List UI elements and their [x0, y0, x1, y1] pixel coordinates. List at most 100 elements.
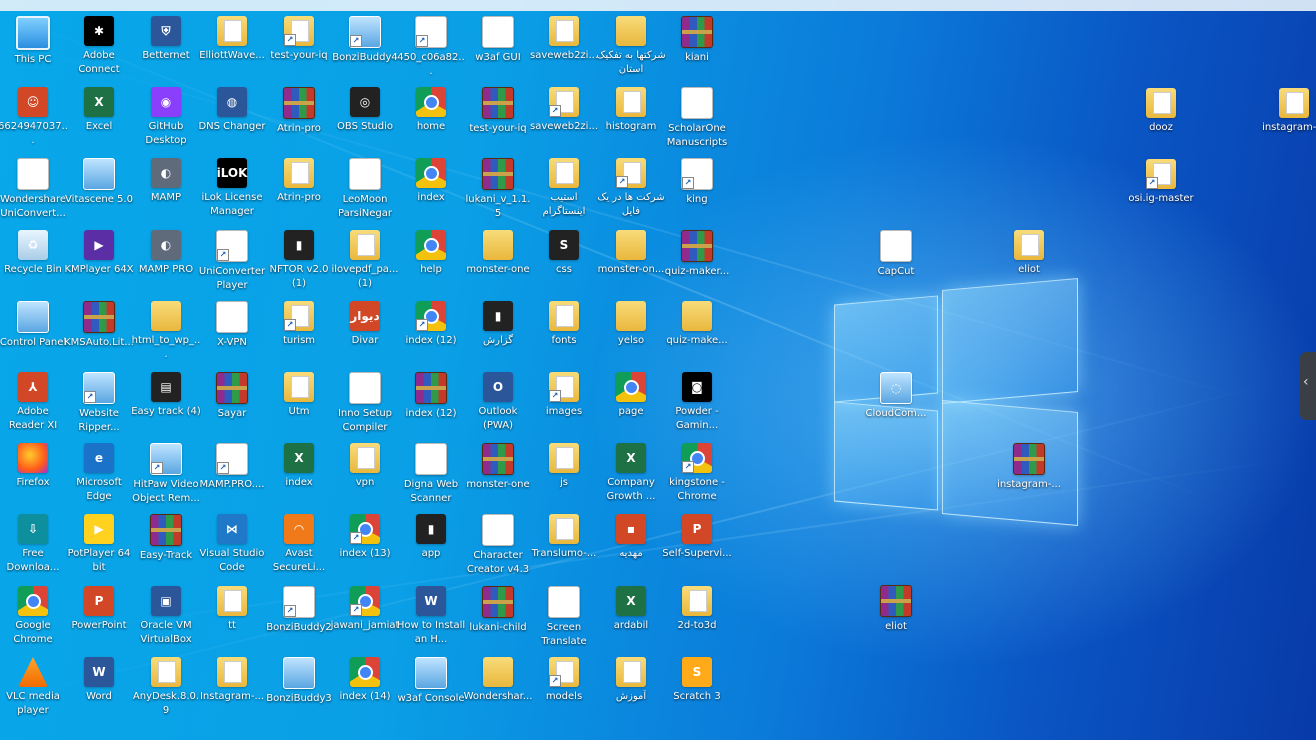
desktop-icon-x-vpn[interactable]: ✕ X-VPN — [197, 297, 267, 367]
desktop-icon-css[interactable]: Scss — [529, 226, 599, 296]
desktop-icon-word[interactable]: W Word — [64, 653, 134, 723]
desktop-icon-index[interactable]: Xindex — [264, 439, 334, 509]
desktop-icon-monster-one[interactable]: monster-one — [463, 439, 533, 509]
side-panel-handle[interactable] — [1300, 352, 1316, 420]
desktop-icon-hitpaw-video-object-rem[interactable]: ↗ HitPaw Video Object Rem... — [131, 439, 201, 509]
desktop-icon-powerpoint[interactable]: P PowerPoint — [64, 582, 134, 652]
desktop-icon-app[interactable]: ▮ app — [396, 510, 466, 580]
desktop-icon-450-c06a82[interactable]: ≡ ↗ 450_c06a82... — [396, 12, 466, 82]
desktop-wallpaper[interactable]: This PC ✱ Adobe Connect ⛨ Betternet ElliottWa… — [0, 0, 1316, 740]
desktop-icon-outlook-pwa[interactable]: O Outlook (PWA) — [463, 368, 533, 438]
desktop-icon-easy-track[interactable]: Easy-Track — [131, 510, 201, 580]
desktop-icon-firefox[interactable]: Firefox — [0, 439, 68, 509]
desktop-icon-item[interactable]: ▪ مهدیه — [596, 510, 666, 580]
desktop-icon-instagram[interactable]: Instagram-... — [197, 653, 267, 723]
desktop-icon-w3af-gui[interactable]: ◐ w3af GUI — [463, 12, 533, 82]
desktop-icon-leomoon-parsinegar[interactable]: پ LeoMoon ParsiNegar — [330, 154, 400, 224]
desktop-icon-images[interactable]: ↗ images — [529, 368, 599, 438]
desktop-icon-how-to-install-an-h[interactable]: W How to Install an H... — [396, 582, 466, 652]
desktop-icon-vpn[interactable]: vpn — [330, 439, 400, 509]
desktop-icon-control-panel[interactable]: Control Panel — [0, 297, 68, 367]
desktop-icon-vitascene-5-0[interactable]: Vitascene 5.0 — [64, 154, 134, 224]
desktop-icon-histogram[interactable]: histogram — [596, 83, 666, 153]
desktop-icon-index-14[interactable]: index (14) — [330, 653, 400, 723]
desktop-icon-index-13[interactable]: ↗ index (13) — [330, 510, 400, 580]
desktop-icon-translumo[interactable]: Translumo-... — [529, 510, 599, 580]
desktop-icon-easy-track-4[interactable]: ▤ Easy track (4) — [131, 368, 201, 438]
desktop-icon-scholarone-manuscripts[interactable]: PDF ScholarOne Manuscripts — [662, 83, 732, 153]
desktop-icon-uniconverter-player[interactable]: ↗ UniConverter Player — [197, 226, 267, 296]
desktop-icon-excel[interactable]: X Excel — [64, 83, 134, 153]
desktop-icon-kingstone-chrome[interactable]: ↗ kingstone - Chrome — [662, 439, 732, 509]
desktop-icon-powder-gamin[interactable]: ◙ Powder - Gamin... — [662, 368, 732, 438]
desktop-icon-king[interactable]: ≡ ↗ king — [662, 154, 732, 224]
desktop-icon-instagram[interactable]: instagram-... — [994, 439, 1064, 509]
desktop-icon-js[interactable]: js — [529, 439, 599, 509]
desktop-icon-character-creator-v4-3[interactable]: Character Creator v4.3 — [463, 510, 533, 580]
desktop-icon-test-your-iq[interactable]: test-your-iq — [463, 83, 533, 153]
desktop-icon-quiz-make[interactable]: quiz-make... — [662, 297, 732, 367]
desktop-icon-company-growth[interactable]: X Company Growth ... — [596, 439, 666, 509]
desktop-icon-lukani-v-1-1-5[interactable]: lukani_v_1.1.5 — [463, 154, 533, 224]
desktop-icon-wondershar[interactable]: Wondershar... — [463, 653, 533, 723]
desktop-icon-self-supervi[interactable]: P Self-Supervi... — [662, 510, 732, 580]
desktop-icon-jawani-jamiat[interactable]: ↗ jawani_jamiat — [330, 582, 400, 652]
desktop-icon-tt[interactable]: tt — [197, 582, 267, 652]
desktop-icon-nftor-v2-0-1[interactable]: ▮ NFTOR v2.0 (1) — [264, 226, 334, 296]
desktop-icon-screen-translate[interactable]: 文A Screen Translate — [529, 582, 599, 652]
desktop-icon-atrin-pro[interactable]: Atrin-pro — [264, 154, 334, 224]
desktop-icon-index-12[interactable]: index (12) — [396, 368, 466, 438]
desktop-icon-microsoft-edge[interactable]: e Microsoft Edge — [64, 439, 134, 509]
desktop-icon-scratch-3[interactable]: S Scratch 3 — [662, 653, 732, 723]
desktop-icon-quiz-maker[interactable]: quiz-maker... — [662, 226, 732, 296]
desktop-icon-yelso[interactable]: yelso — [596, 297, 666, 367]
desktop-icon-free-downloa[interactable]: ⇩ Free Downloa... — [0, 510, 68, 580]
desktop-icon-divar[interactable]: دیوار Divar — [330, 297, 400, 367]
desktop-icon-wondershare-uniconvert[interactable]: Wondershare UniConvert... — [0, 154, 68, 224]
desktop-icon-item[interactable]: ▮ گزارش — [463, 297, 533, 367]
desktop-icon-website-ripper[interactable]: ↗ Website Ripper... — [64, 368, 134, 438]
desktop-icon-oracle-vm-virtualbox[interactable]: ▣ Oracle VM VirtualBox — [131, 582, 201, 652]
desktop-icon-utm[interactable]: Utm — [264, 368, 334, 438]
desktop-icon-mamp-pro[interactable]: ◐ ↗ MAMP.PRO.... — [197, 439, 267, 509]
desktop-icon-kmplayer-64x[interactable]: ▶ KMPlayer 64X — [64, 226, 134, 296]
desktop-icon-potplayer-64-bit[interactable]: ▶ PotPlayer 64 bit — [64, 510, 134, 580]
desktop-icon-html-to-wp[interactable]: html_to_wp_... — [131, 297, 201, 367]
desktop-icon-instagram[interactable]: instagram-... — [1259, 84, 1316, 154]
desktop-icon-test-your-iq[interactable]: ↗ test-your-iq — [264, 12, 334, 82]
desktop-icon-2d-to3d[interactable]: 2d-to3d — [662, 582, 732, 652]
desktop-icon-atrin-pro[interactable]: Atrin-pro — [264, 83, 334, 153]
desktop-icon-sayar[interactable]: Sayar — [197, 368, 267, 438]
desktop-icon-item[interactable]: آموزش — [596, 653, 666, 723]
desktop-icon-capcut[interactable]: ✂ CapCut — [861, 226, 931, 296]
desktop-icon-fonts[interactable]: fonts — [529, 297, 599, 367]
desktop-icon-saveweb2zi[interactable]: ↗ saveweb2zi... — [529, 83, 599, 153]
desktop-icon-github-desktop[interactable]: ◉ GitHub Desktop — [131, 83, 201, 153]
desktop-icon-eliot[interactable]: eliot — [994, 226, 1064, 296]
desktop-icon-bonzibuddy3[interactable]: BonziBuddy3 — [264, 653, 334, 723]
desktop-icon-dns-changer[interactable]: ◍ DNS Changer — [197, 83, 267, 153]
desktop-icon-adobe-reader-xi[interactable]: ⅄ Adobe Reader XI — [0, 368, 68, 438]
desktop-icon-index[interactable]: index — [396, 154, 466, 224]
desktop-icon-digna-web-scanner[interactable]: ▦ Digna Web Scanner — [396, 439, 466, 509]
desktop-icon-eliot[interactable]: eliot — [861, 581, 931, 651]
desktop-icon-mamp[interactable]: ◐ MAMP — [131, 154, 201, 224]
desktop-icon-betternet[interactable]: ⛨ Betternet — [131, 12, 201, 82]
desktop-icon-google-chrome[interactable]: Google Chrome — [0, 582, 68, 652]
desktop-icon-help[interactable]: help — [396, 226, 466, 296]
desktop-icon-elliottwave[interactable]: ElliottWave... — [197, 12, 267, 82]
desktop-icon-bonzibuddy4[interactable]: ↗ BonziBuddy4 — [330, 12, 400, 82]
desktop-icon-ilok-license-manager[interactable]: iLOK iLok License Manager — [197, 154, 267, 224]
desktop-icon-item[interactable]: شرکتها به تفکیک استان — [596, 12, 666, 82]
desktop-icon-osi-ig-master[interactable]: ↗ osi.ig-master — [1126, 155, 1196, 225]
desktop-icon-ilovepdf-pa-1[interactable]: ilovepdf_pa... (1) — [330, 226, 400, 296]
desktop-icon-visual-studio-code[interactable]: ⋈ Visual Studio Code — [197, 510, 267, 580]
desktop-icon-mamp-pro[interactable]: ◐ MAMP PRO — [131, 226, 201, 296]
desktop-icon-index-12[interactable]: ↗ index (12) — [396, 297, 466, 367]
desktop-icon-cloudcom[interactable]: ◌ CloudCom... — [861, 368, 931, 438]
desktop-icon-lukani-child[interactable]: lukani-child — [463, 582, 533, 652]
desktop-icon-ardabil[interactable]: Xardabil — [596, 582, 666, 652]
desktop-icon-recycle-bin[interactable]: ♻ Recycle Bin — [0, 226, 68, 296]
desktop-icon-kmsauto-lit[interactable]: KMSAuto.Lit... — [64, 297, 134, 367]
desktop-icon-home[interactable]: home — [396, 83, 466, 153]
